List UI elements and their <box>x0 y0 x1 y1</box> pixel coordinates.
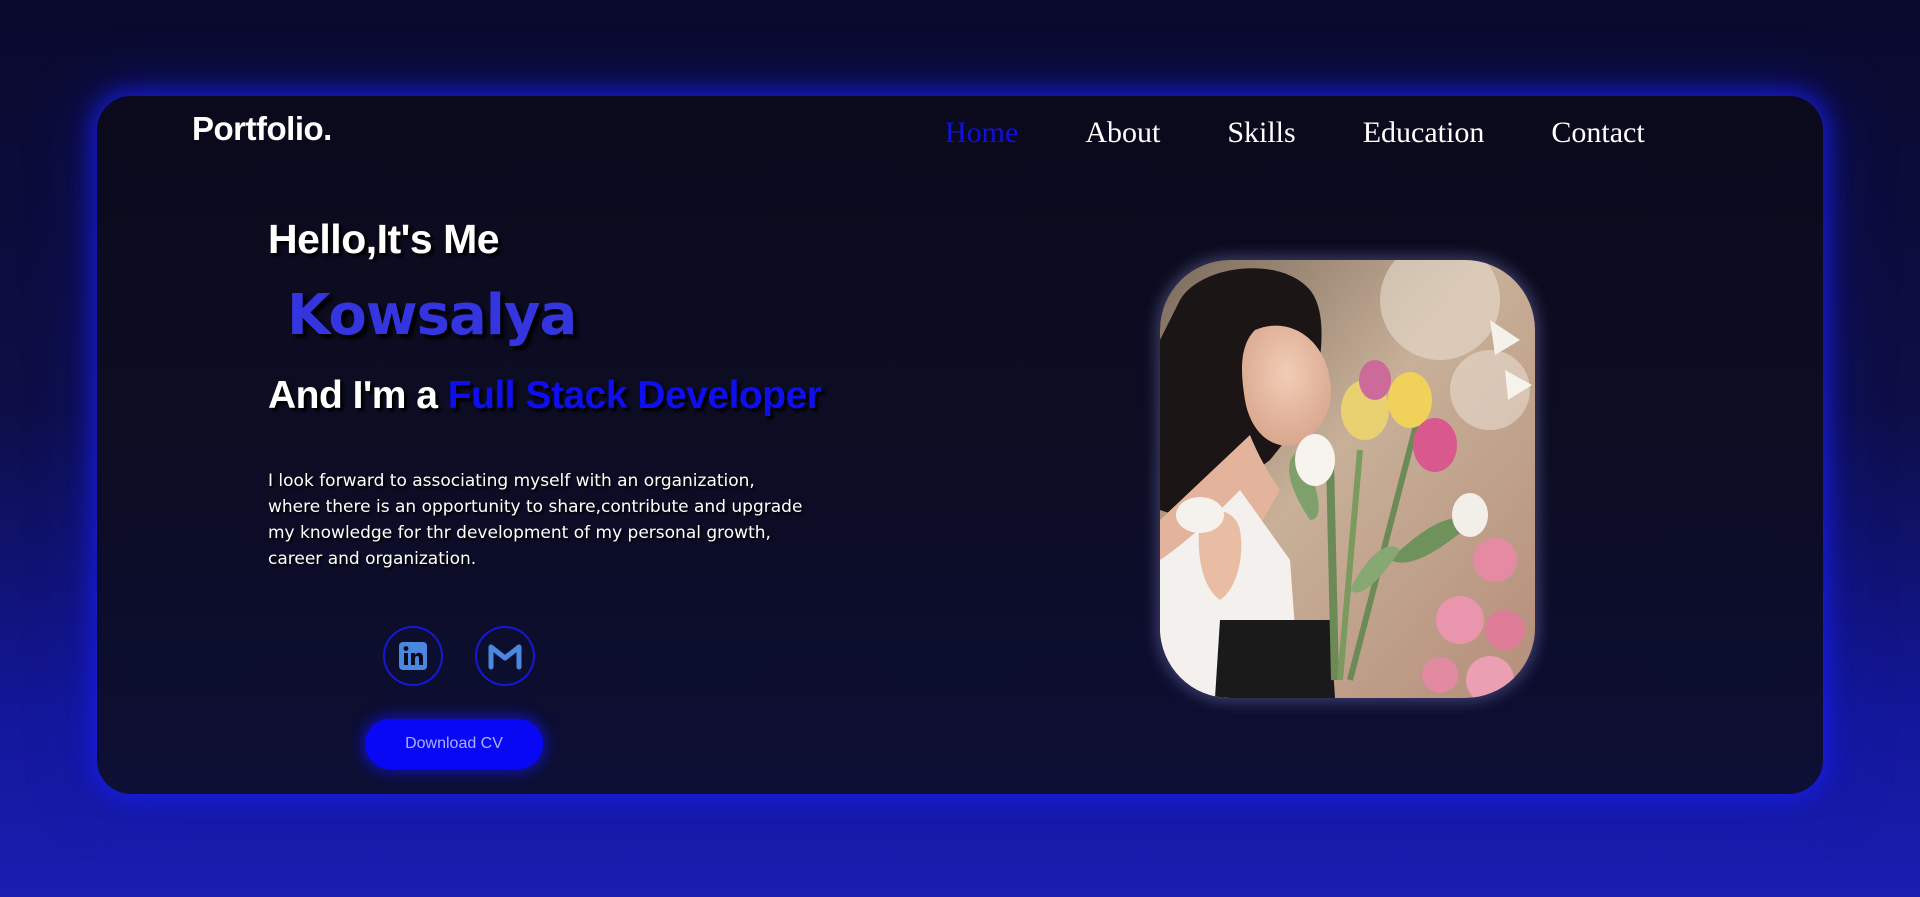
nav-home[interactable]: Home <box>945 116 1018 150</box>
social-links <box>383 626 535 686</box>
profile-photo-illustration <box>1160 260 1535 698</box>
profile-photo <box>1160 260 1535 698</box>
linkedin-button[interactable] <box>383 626 443 686</box>
logo[interactable]: Portfolio. <box>192 110 332 148</box>
linkedin-icon <box>399 642 427 670</box>
role-highlight: Full Stack Developer <box>447 374 822 417</box>
hero-description: I look forward to associating myself wit… <box>268 471 803 569</box>
nav-skills[interactable]: Skills <box>1227 116 1295 150</box>
greeting: Hello,It's Me <box>268 216 500 262</box>
role-heading: And I'm a Full Stack Developer <box>268 374 968 418</box>
hero-name: Kowsalya <box>287 283 577 348</box>
hero-text: Hello,It's Me Kowsalya And I'm a Full St… <box>268 216 968 572</box>
gmail-icon <box>488 644 522 670</box>
nav-about[interactable]: About <box>1085 116 1160 150</box>
nav-contact[interactable]: Contact <box>1551 116 1644 150</box>
main-nav: Home About Skills Education Contact <box>945 116 1712 150</box>
gmail-button[interactable] <box>475 626 535 686</box>
download-cv-button[interactable]: Download CV <box>365 719 543 769</box>
hero-card: Portfolio. Home About Skills Education C… <box>97 96 1823 794</box>
role-prefix: And I'm a <box>268 374 448 417</box>
nav-education[interactable]: Education <box>1363 116 1485 150</box>
